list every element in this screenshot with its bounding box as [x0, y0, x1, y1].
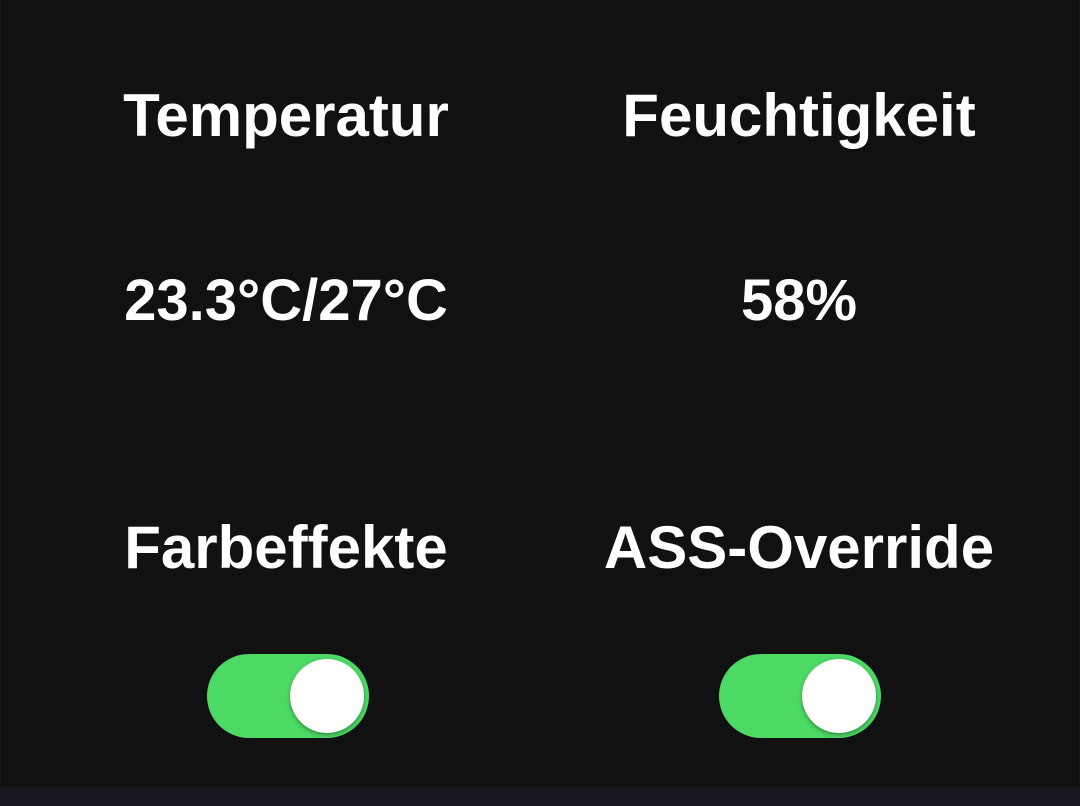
control-panel: Temperatur Feuchtigkeit 23.3°C/27°C 58% … [1, 0, 1079, 787]
temperature-value: 23.3°C/27°C [124, 268, 448, 333]
humidity-title: Feuchtigkeit [622, 82, 976, 149]
temperature-title: Temperatur [123, 82, 449, 149]
ass-override-toggle[interactable] [719, 654, 881, 738]
color-effects-toggle[interactable] [207, 654, 369, 738]
bottom-bar [0, 787, 1080, 806]
toggle-knob [802, 659, 876, 733]
humidity-value: 58% [740, 268, 858, 333]
color-effects-label: Farbeffekte [124, 514, 448, 581]
toggle-knob [290, 659, 364, 733]
ass-override-label: ASS-Override [603, 514, 995, 581]
